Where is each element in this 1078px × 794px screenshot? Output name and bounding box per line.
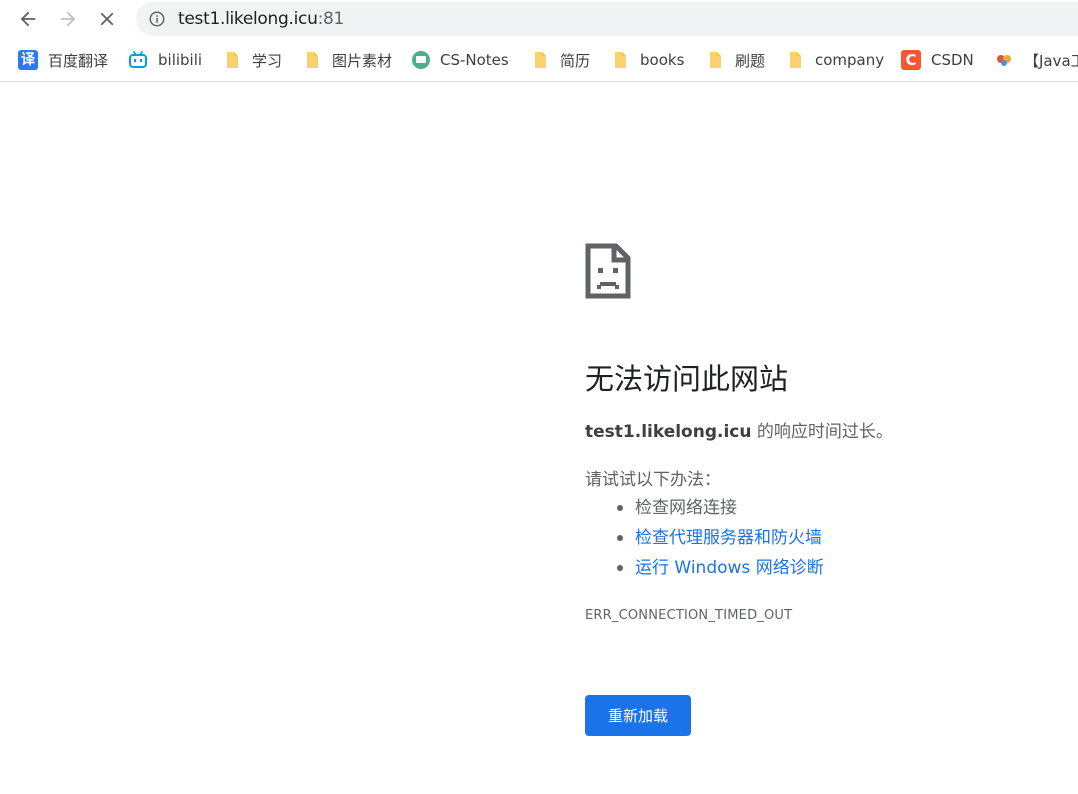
bookmark-label: 简历: [560, 51, 591, 70]
bookmark-folder-books[interactable]: books: [610, 48, 684, 72]
forward-button[interactable]: [53, 4, 83, 34]
bookmark-baidu-fanyi[interactable]: 译 百度翻译: [18, 48, 108, 72]
bookmark-cs-notes[interactable]: CS-Notes: [412, 48, 509, 72]
stop-button[interactable]: [92, 4, 122, 34]
error-code: ERR_CONNECTION_TIMED_OUT: [585, 608, 793, 623]
suggestion-check-proxy-link[interactable]: 检查代理服务器和防火墙: [585, 525, 824, 555]
error-description: test1.likelong.icu 的响应时间过长。: [585, 417, 893, 442]
suggestions-heading: 请试试以下办法：: [585, 470, 721, 490]
bookmark-label: CSDN: [931, 51, 974, 69]
bookmark-label: CS-Notes: [440, 51, 509, 69]
address-bar[interactable]: test1.likelong.icu:81: [136, 2, 1078, 36]
folder-icon: [710, 52, 721, 68]
bookmark-label: bilibili: [158, 51, 203, 69]
arrow-back-icon: [20, 11, 36, 27]
bookmark-label: 刷题: [735, 51, 766, 70]
folder-icon: [790, 52, 801, 68]
url-port: :81: [317, 9, 345, 29]
bookmark-java-site[interactable]: 【Java工: [994, 48, 1078, 72]
info-icon[interactable]: [148, 10, 166, 28]
suggestion-run-diagnostics-link[interactable]: 运行 Windows 网络诊断: [585, 555, 824, 585]
bookmark-label: books: [640, 51, 685, 69]
bookmarks-bar: 译 百度翻译 bilibili 学习 图片素材 CS-Notes 简历 book…: [0, 38, 1078, 82]
suggestions-list: 检查网络连接 检查代理服务器和防火墙 运行 Windows 网络诊断: [585, 495, 824, 585]
bookmark-folder-tupian[interactable]: 图片素材: [302, 48, 392, 72]
bookmark-folder-xuexi[interactable]: 学习: [222, 48, 282, 72]
bookmark-folder-shuati[interactable]: 刷题: [705, 48, 765, 72]
folder-icon: [307, 52, 318, 68]
close-icon: [100, 12, 114, 26]
cs-notes-icon: [412, 51, 430, 69]
arrow-forward-icon: [60, 11, 76, 27]
bookmark-label: company: [815, 51, 885, 69]
baidu-fanyi-icon: 译: [18, 50, 38, 70]
sad-page-icon: [585, 243, 631, 299]
bookmark-label: 【Java工: [1024, 51, 1078, 70]
url-host: test1.likelong.icu: [178, 9, 318, 29]
suggestion-check-connection: 检查网络连接: [585, 495, 824, 525]
folder-icon: [227, 52, 238, 68]
bookmark-label: 图片素材: [332, 51, 393, 70]
bilibili-icon: [129, 51, 147, 68]
java-site-icon: [997, 55, 1011, 66]
error-host: test1.likelong.icu: [585, 422, 752, 442]
bookmark-folder-company[interactable]: company: [785, 48, 884, 72]
bookmark-bilibili[interactable]: bilibili: [128, 48, 202, 72]
page-title: 无法访问此网站: [585, 362, 789, 396]
url-text[interactable]: test1.likelong.icu:81: [178, 9, 344, 29]
bookmark-csdn[interactable]: C CSDN: [901, 48, 974, 72]
bookmark-label: 学习: [252, 51, 283, 70]
csdn-icon: C: [901, 50, 921, 70]
bookmark-label: 百度翻译: [48, 51, 109, 70]
folder-icon: [615, 52, 626, 68]
folder-icon: [535, 52, 546, 68]
browser-toolbar: test1.likelong.icu:81: [0, 0, 1078, 38]
bookmark-folder-jianli[interactable]: 简历: [530, 48, 590, 72]
back-button[interactable]: [13, 4, 43, 34]
error-message: 的响应时间过长。: [751, 422, 893, 442]
reload-button[interactable]: 重新加载: [585, 695, 691, 736]
